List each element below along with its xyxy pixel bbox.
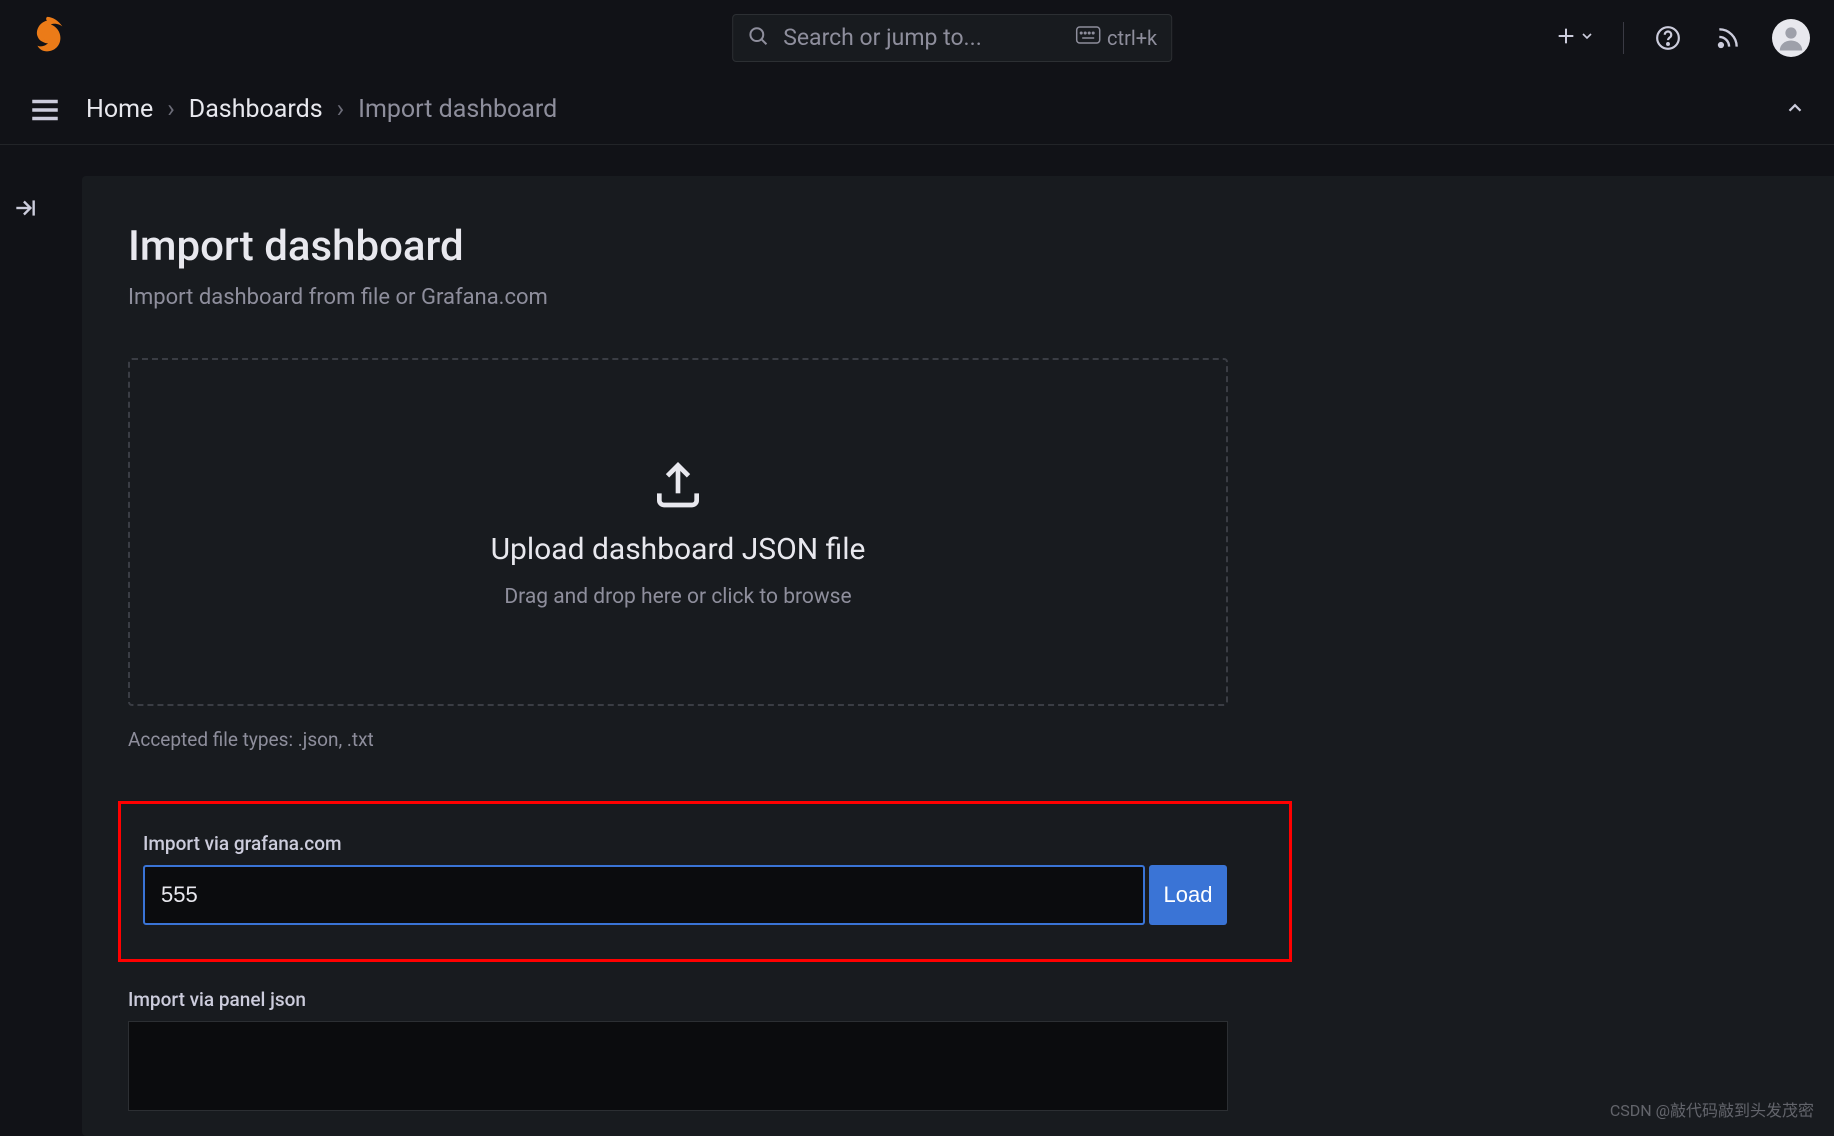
divider (1623, 22, 1624, 54)
breadcrumb: Home › Dashboards › Import dashboard (86, 95, 557, 124)
grafana-id-input[interactable] (143, 865, 1145, 925)
search-placeholder: Search or jump to... (783, 24, 1061, 51)
breadcrumb-current: Import dashboard (358, 95, 557, 124)
accepted-file-types: Accepted file types: .json, .txt (128, 728, 1796, 751)
keyboard-icon (1075, 25, 1101, 50)
import-grafana-label: Import via grafana.com (143, 832, 1259, 855)
grafana-logo-icon[interactable] (24, 13, 70, 63)
chevron-right-icon: › (337, 95, 345, 124)
keyboard-shortcut-hint: ctrl+k (1075, 25, 1157, 50)
search-bar[interactable]: Search or jump to... ctrl+k (732, 14, 1172, 62)
upload-dropzone[interactable]: Upload dashboard JSON file Drag and drop… (128, 358, 1228, 706)
breadcrumb-bar: Home › Dashboards › Import dashboard (0, 75, 1834, 145)
page-title: Import dashboard (128, 222, 1796, 271)
upload-title: Upload dashboard JSON file (491, 532, 866, 567)
breadcrumb-home[interactable]: Home (86, 95, 153, 124)
dock-sidebar-button[interactable] (12, 195, 38, 225)
chevron-right-icon: › (167, 95, 175, 124)
search-icon (747, 25, 769, 51)
top-right-actions (1555, 19, 1810, 57)
chevron-down-icon (1579, 28, 1595, 48)
user-avatar[interactable] (1772, 19, 1810, 57)
panel-json-textarea[interactable] (128, 1021, 1228, 1111)
plus-icon (1555, 25, 1577, 51)
import-panel-json-label: Import via panel json (128, 988, 1796, 1011)
upload-icon (650, 456, 706, 516)
page-subtitle: Import dashboard from file or Grafana.co… (128, 285, 1796, 310)
news-feed-button[interactable] (1712, 22, 1744, 54)
help-button[interactable] (1652, 22, 1684, 54)
collapse-header-button[interactable] (1784, 97, 1806, 123)
upload-hint: Drag and drop here or click to browse (504, 585, 851, 609)
import-grafana-input-row: Load (143, 865, 1259, 925)
import-grafana-section: Import via grafana.com Load (118, 801, 1292, 962)
load-button[interactable]: Load (1149, 865, 1227, 925)
breadcrumb-left: Home › Dashboards › Import dashboard (28, 93, 557, 127)
menu-toggle-button[interactable] (28, 93, 62, 127)
import-panel-json-section: Import via panel json (128, 988, 1796, 1111)
add-new-dropdown[interactable] (1555, 25, 1595, 51)
top-header: Search or jump to... ctrl+k (0, 0, 1834, 75)
breadcrumb-dashboards[interactable]: Dashboards (189, 95, 323, 124)
kbd-text: ctrl+k (1107, 26, 1157, 50)
logo-wrap (24, 13, 70, 63)
main-content-panel: Import dashboard Import dashboard from f… (82, 176, 1834, 1136)
